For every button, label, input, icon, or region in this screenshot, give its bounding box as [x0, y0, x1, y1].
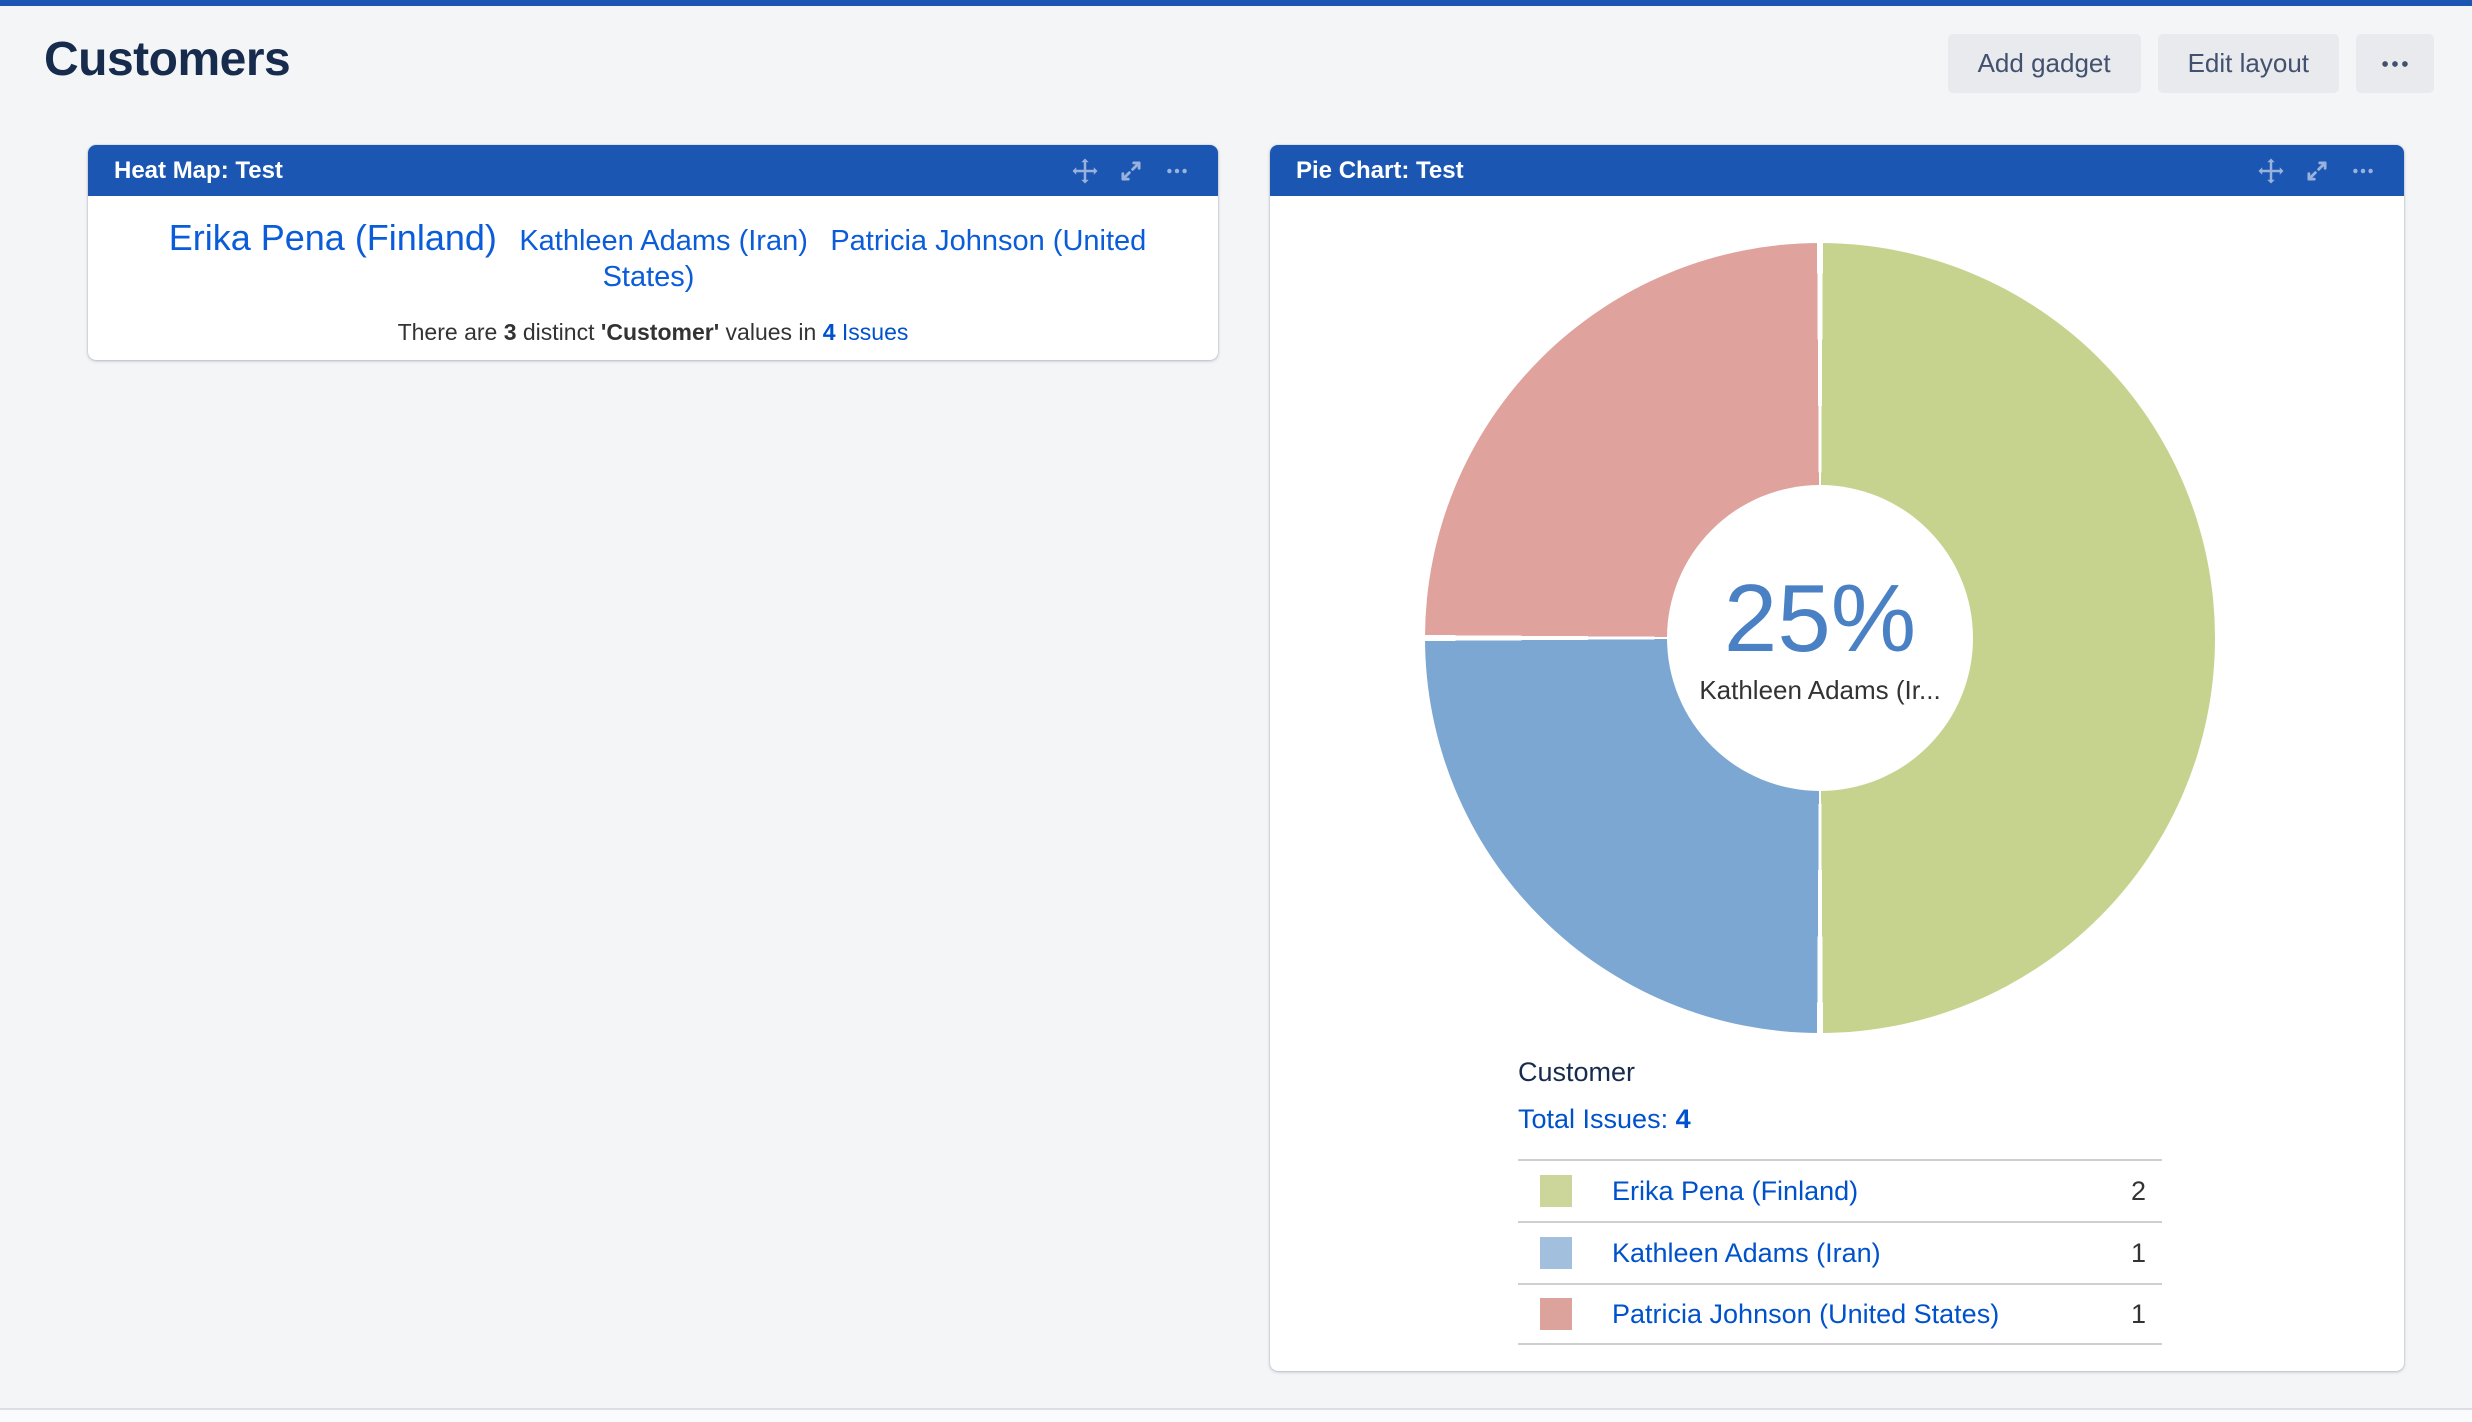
- dashboard-more-button[interactable]: [2356, 34, 2434, 93]
- legend-table: Erika Pena (Finland) 2 Kathleen Adams (I…: [1518, 1159, 2162, 1345]
- issues-count: 4: [823, 319, 836, 345]
- summary-text: distinct: [517, 319, 601, 345]
- legend-count: 1: [2131, 1299, 2146, 1330]
- heatmap-gadget-controls: [1070, 156, 1192, 186]
- legend-swatch: [1540, 1175, 1572, 1207]
- pie-field-label: Customer: [1518, 1057, 2162, 1088]
- distinct-count: 3: [504, 319, 517, 345]
- heatmap-gadget: Heat Map: Test Erika Pena (Finland) Kath…: [88, 145, 1218, 360]
- summary-text: values in: [719, 319, 823, 345]
- edit-layout-button[interactable]: Edit layout: [2158, 34, 2339, 93]
- move-icon[interactable]: [1070, 156, 1100, 186]
- pie-footer: Customer Total Issues: 4 Erika Pena (Fin…: [1518, 1057, 2162, 1345]
- more-horizontal-icon[interactable]: [2348, 156, 2378, 186]
- donut-center: 25% Kathleen Adams (Ir...: [1667, 485, 1973, 791]
- legend-row: Erika Pena (Finland) 2: [1518, 1159, 2162, 1221]
- dashboard-toolbar: Add gadget Edit layout: [1948, 34, 2434, 93]
- legend-count: 1: [2131, 1238, 2146, 1269]
- center-percent: 25%: [1724, 571, 1916, 667]
- pie-donut[interactable]: 25% Kathleen Adams (Ir...: [1425, 243, 2215, 1033]
- issues-word: Issues: [836, 319, 909, 345]
- top-accent-bar: [0, 0, 2472, 6]
- field-name: 'Customer': [601, 319, 719, 345]
- heatmap-summary: There are 3 distinct 'Customer' values i…: [128, 319, 1178, 346]
- maximize-icon[interactable]: [1116, 156, 1146, 186]
- legend-swatch: [1540, 1237, 1572, 1269]
- total-issues-link[interactable]: Total Issues: 4: [1518, 1104, 1691, 1135]
- more-horizontal-icon: [2378, 47, 2412, 81]
- legend-label-link[interactable]: Kathleen Adams (Iran): [1612, 1238, 1881, 1269]
- page-title: Customers: [44, 32, 290, 87]
- legend-row: Patricia Johnson (United States) 1: [1518, 1283, 2162, 1345]
- pie-gadget-controls: [2256, 156, 2378, 186]
- pie-gadget-header: Pie Chart: Test: [1270, 145, 2404, 196]
- heatmap-name-link[interactable]: Kathleen Adams (Iran): [519, 225, 808, 257]
- add-gadget-button[interactable]: Add gadget: [1948, 34, 2141, 93]
- pie-chart-gadget: Pie Chart: Test 25% Kathleen Adams (Ir..…: [1270, 145, 2404, 1371]
- heatmap-name-link[interactable]: Erika Pena (Finland): [169, 217, 497, 258]
- summary-text: There are: [398, 319, 504, 345]
- more-horizontal-icon[interactable]: [1162, 156, 1192, 186]
- legend-label-link[interactable]: Erika Pena (Finland): [1612, 1176, 1858, 1207]
- pie-gadget-title: Pie Chart: Test: [1296, 157, 1464, 185]
- move-icon[interactable]: [2256, 156, 2286, 186]
- heatmap-names: Erika Pena (Finland) Kathleen Adams (Ira…: [153, 216, 1153, 295]
- heatmap-gadget-header: Heat Map: Test: [88, 145, 1218, 196]
- legend-row: Kathleen Adams (Iran) 1: [1518, 1221, 2162, 1283]
- page-footer-divider: [0, 1408, 2472, 1422]
- legend-count: 2: [2131, 1176, 2146, 1207]
- issues-link[interactable]: 4 Issues: [823, 319, 909, 345]
- legend-label-link[interactable]: Patricia Johnson (United States): [1612, 1299, 1999, 1330]
- maximize-icon[interactable]: [2302, 156, 2332, 186]
- legend-swatch: [1540, 1298, 1572, 1330]
- total-issues-value: 4: [1676, 1104, 1691, 1134]
- heatmap-body: Erika Pena (Finland) Kathleen Adams (Ira…: [88, 196, 1218, 346]
- heatmap-gadget-title: Heat Map: Test: [114, 157, 283, 185]
- total-issues-text: Total Issues:: [1518, 1104, 1676, 1134]
- center-label: Kathleen Adams (Ir...: [1699, 675, 1940, 706]
